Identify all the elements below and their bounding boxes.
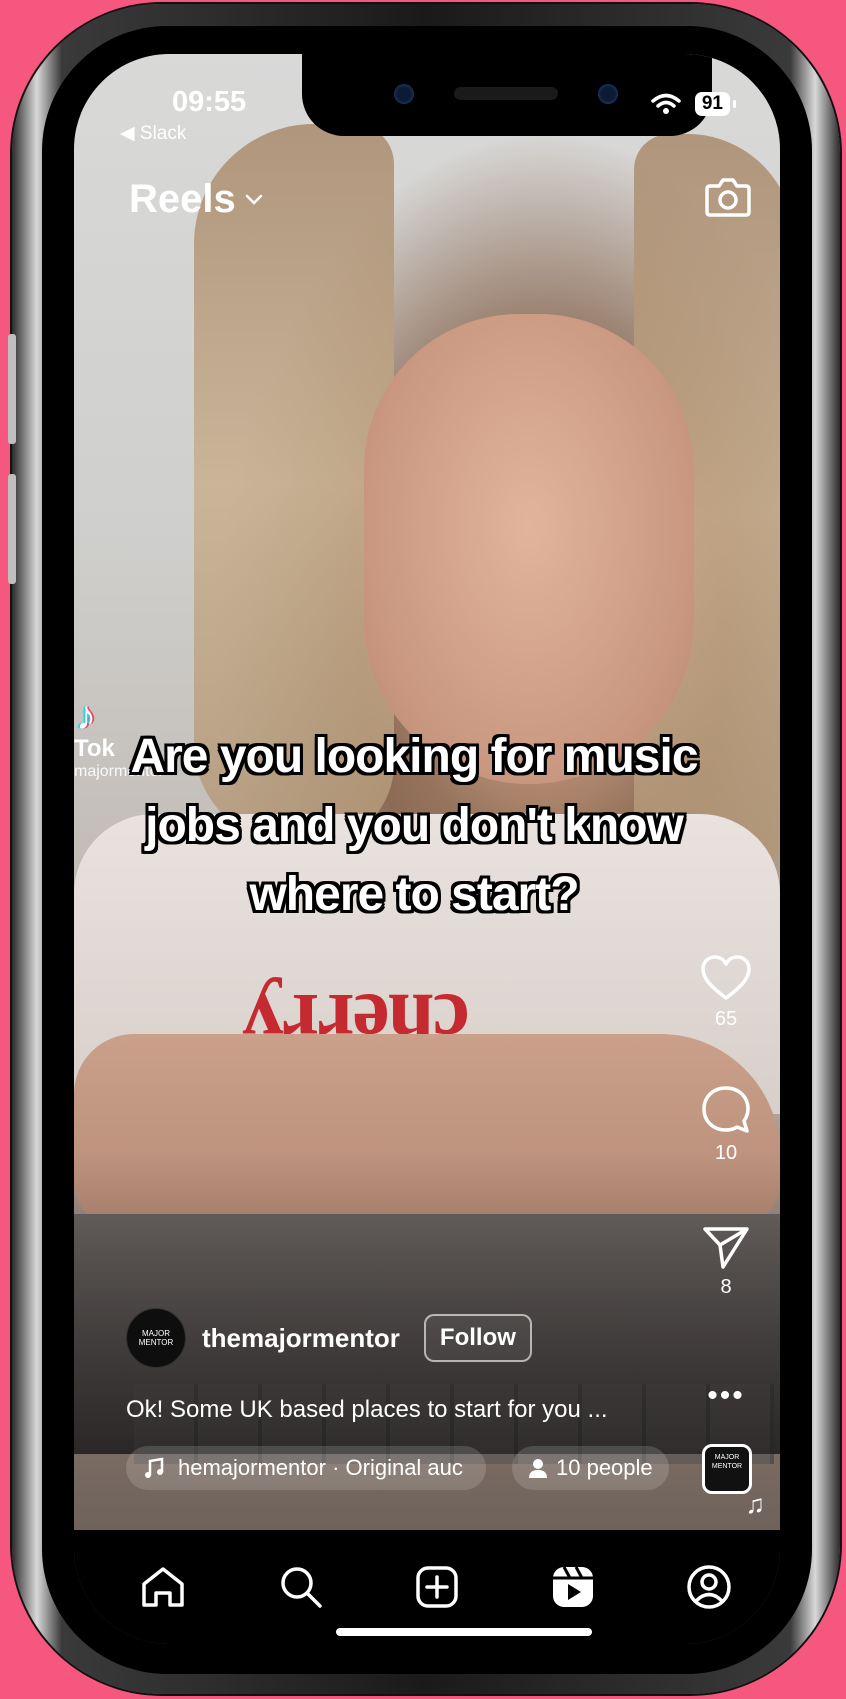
video-face xyxy=(364,314,694,784)
page-title: Reels xyxy=(129,177,236,221)
status-indicators: 91 xyxy=(651,92,737,116)
audio-pill[interactable]: hemajormentor · Original auc xyxy=(126,1446,486,1490)
camera-icon xyxy=(705,178,751,217)
reels-title-dropdown[interactable]: Reels xyxy=(129,177,264,222)
share-count: 8 xyxy=(720,1276,732,1298)
audio-name: hemajormentor · Original auc xyxy=(178,1455,463,1480)
username-link[interactable]: themajormentor xyxy=(202,1323,400,1354)
wifi-icon xyxy=(651,93,681,114)
back-to-app-link[interactable]: ◀ Slack xyxy=(120,122,186,145)
post-description[interactable]: Ok! Some UK based places to start for yo… xyxy=(126,1396,608,1424)
reels-screen[interactable]: cherry 09:55 ◀ Slack 91 Reels ♪ Tok majo… xyxy=(74,54,780,1644)
avatar[interactable]: MAJOR MENTOR xyxy=(126,1308,186,1368)
home-icon xyxy=(142,1567,184,1607)
people-count: 10 people xyxy=(556,1455,653,1480)
like-button[interactable]: 65 xyxy=(696,954,756,1031)
more-options-button[interactable]: ••• xyxy=(696,1379,756,1412)
face-id-sensor xyxy=(394,84,414,104)
front-camera xyxy=(598,84,618,104)
comment-bubble-icon xyxy=(702,1086,750,1133)
comment-button[interactable]: 10 xyxy=(696,1084,756,1165)
tab-home[interactable] xyxy=(138,1562,188,1612)
tiktok-logo-icon: ♪ xyxy=(76,694,96,738)
tab-search[interactable] xyxy=(276,1562,326,1612)
search-icon xyxy=(281,1567,322,1608)
author-row: MAJOR MENTOR themajormentor Follow xyxy=(126,1308,532,1368)
home-indicator[interactable] xyxy=(336,1628,592,1636)
comment-count: 10 xyxy=(714,1142,738,1164)
music-note-icon xyxy=(145,1457,164,1478)
music-note-icon: ♫ xyxy=(745,1489,766,1519)
audio-thumbnail[interactable]: MAJOR MENTOR ♫ xyxy=(702,1444,765,1517)
camera-button[interactable] xyxy=(704,176,752,223)
audio-thumbnail-label: MAJOR MENTOR xyxy=(711,1454,743,1470)
profile-icon xyxy=(687,1565,731,1609)
volume-down-button xyxy=(8,474,16,584)
paper-plane-icon xyxy=(703,1227,749,1269)
chevron-down-icon xyxy=(245,194,262,205)
phone-frame: cherry 09:55 ◀ Slack 91 Reels ♪ Tok majo… xyxy=(8,4,840,1694)
tab-profile[interactable] xyxy=(684,1562,734,1612)
people-tag-pill[interactable]: 10 people xyxy=(512,1446,669,1490)
more-icon: ••• xyxy=(707,1379,745,1412)
reels-icon xyxy=(553,1566,593,1607)
tab-create[interactable] xyxy=(412,1562,462,1612)
tab-reels[interactable] xyxy=(548,1562,598,1612)
earpiece-speaker xyxy=(454,87,558,100)
plus-square-icon xyxy=(416,1566,458,1608)
battery-indicator: 91 xyxy=(694,92,737,116)
video-caption: Are you looking for music jobs and you d… xyxy=(130,730,698,921)
person-icon xyxy=(529,1459,547,1478)
follow-button[interactable]: Follow xyxy=(423,1314,532,1362)
status-time: 09:55 xyxy=(172,86,247,118)
bottom-tab-bar xyxy=(74,1530,780,1644)
heart-icon xyxy=(701,955,751,1000)
like-count: 65 xyxy=(714,1008,738,1030)
share-button[interactable]: 8 xyxy=(696,1224,756,1299)
phone-bezel: cherry 09:55 ◀ Slack 91 Reels ♪ Tok majo… xyxy=(42,26,812,1674)
volume-up-button xyxy=(8,334,16,444)
avatar-label: MAJOR MENTOR xyxy=(138,1329,174,1347)
